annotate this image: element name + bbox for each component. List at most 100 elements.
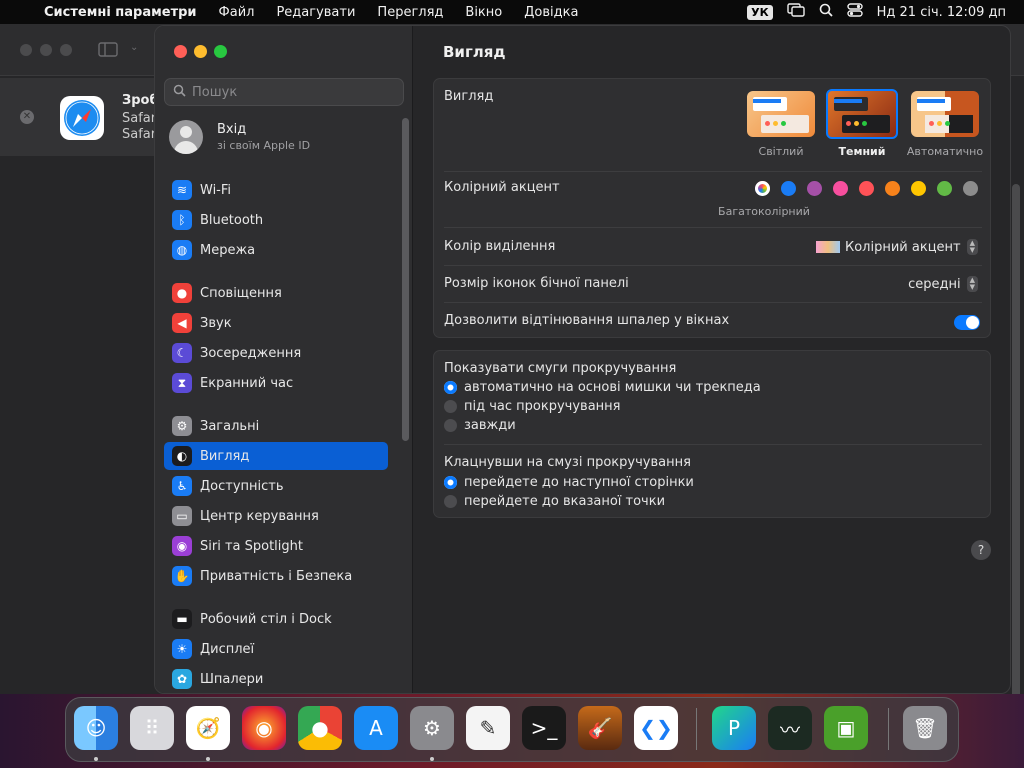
scrollbar-option-always[interactable]: завжди (444, 418, 516, 433)
click-option-next-page[interactable]: перейдете до наступної сторінки (444, 475, 694, 490)
keyboard-layout-indicator[interactable]: УК (747, 4, 773, 20)
sidebar-item-dock[interactable]: ▬ Робочий стіл і Dock (164, 605, 388, 633)
menu-view[interactable]: Перегляд (377, 5, 443, 20)
sidebar-item-label: Звук (200, 315, 232, 331)
minecraft-icon[interactable]: ▣ (824, 706, 868, 750)
radio-button-selected[interactable] (444, 476, 457, 489)
textedit-icon[interactable]: ✎ (466, 706, 510, 750)
sidebar-item-label: Bluetooth (200, 212, 264, 228)
menu-app-name[interactable]: Системні параметри (44, 5, 197, 20)
scrollbar-option-scrolling[interactable]: під час прокручування (444, 399, 620, 414)
sidebar-item-siri[interactable]: ◉ Siri та Spotlight (164, 532, 388, 560)
garageband-icon[interactable]: 🎸 (578, 706, 622, 750)
safari-icon[interactable]: 🧭 (186, 706, 230, 750)
sidebar-icon-size-select[interactable]: середні ▲ ▼ (908, 276, 978, 292)
click-option-spot[interactable]: перейдете до вказаної точки (444, 494, 665, 509)
theme-dark-label[interactable]: Темний (817, 145, 907, 158)
sidebar-item-hourglass[interactable]: ⧗ Екранний час (164, 369, 388, 397)
sidebar-scrollbar[interactable] (402, 118, 409, 441)
divider (444, 227, 982, 228)
sidebar-item-bell[interactable]: ● Сповіщення (164, 279, 388, 307)
sidebar-item-bluetooth[interactable]: ᛒ Bluetooth (164, 206, 388, 234)
activity-monitor-icon[interactable]: 〰 (768, 706, 812, 750)
help-button[interactable]: ? (971, 540, 991, 560)
sidebar-item-wifi[interactable]: ≋ Wi-Fi (164, 176, 388, 204)
sidebar: Вхід зі своїм Apple ID ≋ Wi-Fi ᛒ Bluetooth ◍… (155, 26, 413, 693)
chrome-icon[interactable]: ● (298, 706, 342, 750)
sidebar-item-accessibility[interactable]: ♿ Доступність (164, 472, 388, 500)
firefox-icon[interactable]: ◉ (242, 706, 286, 750)
accent-color-swatch[interactable] (833, 181, 848, 196)
accent-color-swatch[interactable] (911, 181, 926, 196)
menu-file[interactable]: Файл (219, 5, 255, 20)
menu-window[interactable]: Вікно (465, 5, 502, 20)
background-list-row[interactable]: ✕ Зроб Safar Safar (0, 78, 160, 156)
pycharm-icon[interactable]: P (712, 706, 756, 750)
dock: ☺ ⠿ 🧭 ◉ ● A ⚙ ✎ >_ 🎸 ❮❯ P 〰 ▣ 🗑 (65, 697, 959, 762)
sidebar-item-appearance[interactable]: ◐ Вигляд (164, 442, 388, 470)
radio-button[interactable] (444, 419, 457, 432)
menu-clock[interactable]: Нд 21 січ. 12:09 дп (877, 5, 1006, 20)
sidebar-item-hand[interactable]: ✋ Приватність і Безпека (164, 562, 388, 590)
accent-color-swatch[interactable] (755, 181, 770, 196)
app-store-icon[interactable]: A (354, 706, 398, 750)
radio-button-selected[interactable] (444, 381, 457, 394)
accent-color-swatch[interactable] (885, 181, 900, 196)
theme-auto-label[interactable]: Автоматично (900, 145, 990, 158)
search-input[interactable] (192, 84, 392, 100)
accent-color-swatch[interactable] (859, 181, 874, 196)
menu-help[interactable]: Довідка (524, 5, 578, 20)
launchpad-icon[interactable]: ⠿ (130, 706, 174, 750)
sun-icon: ☀ (172, 639, 192, 659)
highlight-color-select[interactable]: Колірний акцент ▲ ▼ (815, 239, 978, 255)
search-field[interactable] (164, 78, 404, 106)
zoom-button[interactable] (214, 45, 227, 58)
screen-mirroring-icon[interactable] (786, 3, 805, 21)
sidebar-item-moon[interactable]: ☾ Зосередження (164, 339, 388, 367)
background-scrollbar[interactable] (1012, 184, 1020, 712)
accent-color-swatch[interactable] (963, 181, 978, 196)
theme-dark-thumbnail[interactable] (826, 89, 898, 139)
highlight-swatch (815, 241, 840, 253)
page-title: Вигляд (443, 43, 506, 61)
wallpaper-tinting-toggle[interactable] (954, 315, 980, 330)
close-button[interactable] (174, 45, 187, 58)
bg-close-button[interactable] (20, 44, 32, 56)
sidebar-item-gear[interactable]: ⚙ Загальні (164, 412, 388, 440)
sidebar-item-speaker[interactable]: ◀ Звук (164, 309, 388, 337)
radio-button[interactable] (444, 400, 457, 413)
theme-light-label[interactable]: Світлий (736, 145, 826, 158)
finder-icon[interactable]: ☺ (74, 706, 118, 750)
remove-icon[interactable]: ✕ (20, 110, 34, 124)
safari-app-icon (60, 96, 104, 140)
radio-button[interactable] (444, 495, 457, 508)
theme-light-thumbnail[interactable] (747, 91, 815, 137)
sidebar-item-flower[interactable]: ✿ Шпалери (164, 665, 388, 693)
running-indicator (430, 757, 434, 761)
minimize-button[interactable] (194, 45, 207, 58)
accent-color-swatch[interactable] (937, 181, 952, 196)
chevron-down-icon[interactable]: ⌄ (130, 42, 138, 53)
sidebar-item-globe[interactable]: ◍ Мережа (164, 236, 388, 264)
bg-minimize-button[interactable] (40, 44, 52, 56)
sidebar-item-control-center[interactable]: ▭ Центр керування (164, 502, 388, 530)
sidebar-item-sun[interactable]: ☀ Дисплеї (164, 635, 388, 663)
spotlight-search-icon[interactable] (819, 3, 833, 21)
scrollbar-option-auto[interactable]: автоматично на основі мишки чи трекпеда (444, 380, 761, 395)
sidebar-toggle-icon[interactable] (98, 42, 118, 61)
control-center-icon[interactable] (846, 3, 863, 21)
accent-color-swatch[interactable] (807, 181, 822, 196)
accent-color-swatch[interactable] (781, 181, 796, 196)
background-row-line2: Safar (122, 127, 157, 142)
terminal-icon[interactable]: >_ (522, 706, 566, 750)
bg-zoom-button[interactable] (60, 44, 72, 56)
accent-color-label: Колірний акцент (444, 180, 560, 195)
system-settings-icon[interactable]: ⚙ (410, 706, 454, 750)
stepper-icon: ▲ ▼ (966, 276, 978, 292)
sidebar-item-label: Wi-Fi (200, 182, 232, 198)
apple-id-signin[interactable]: Вхід зі своїм Apple ID (169, 120, 310, 154)
vscode-icon[interactable]: ❮❯ (634, 706, 678, 750)
theme-auto-thumbnail[interactable] (911, 91, 979, 137)
menu-edit[interactable]: Редагувати (276, 5, 355, 20)
trash-icon[interactable]: 🗑 (903, 706, 947, 750)
